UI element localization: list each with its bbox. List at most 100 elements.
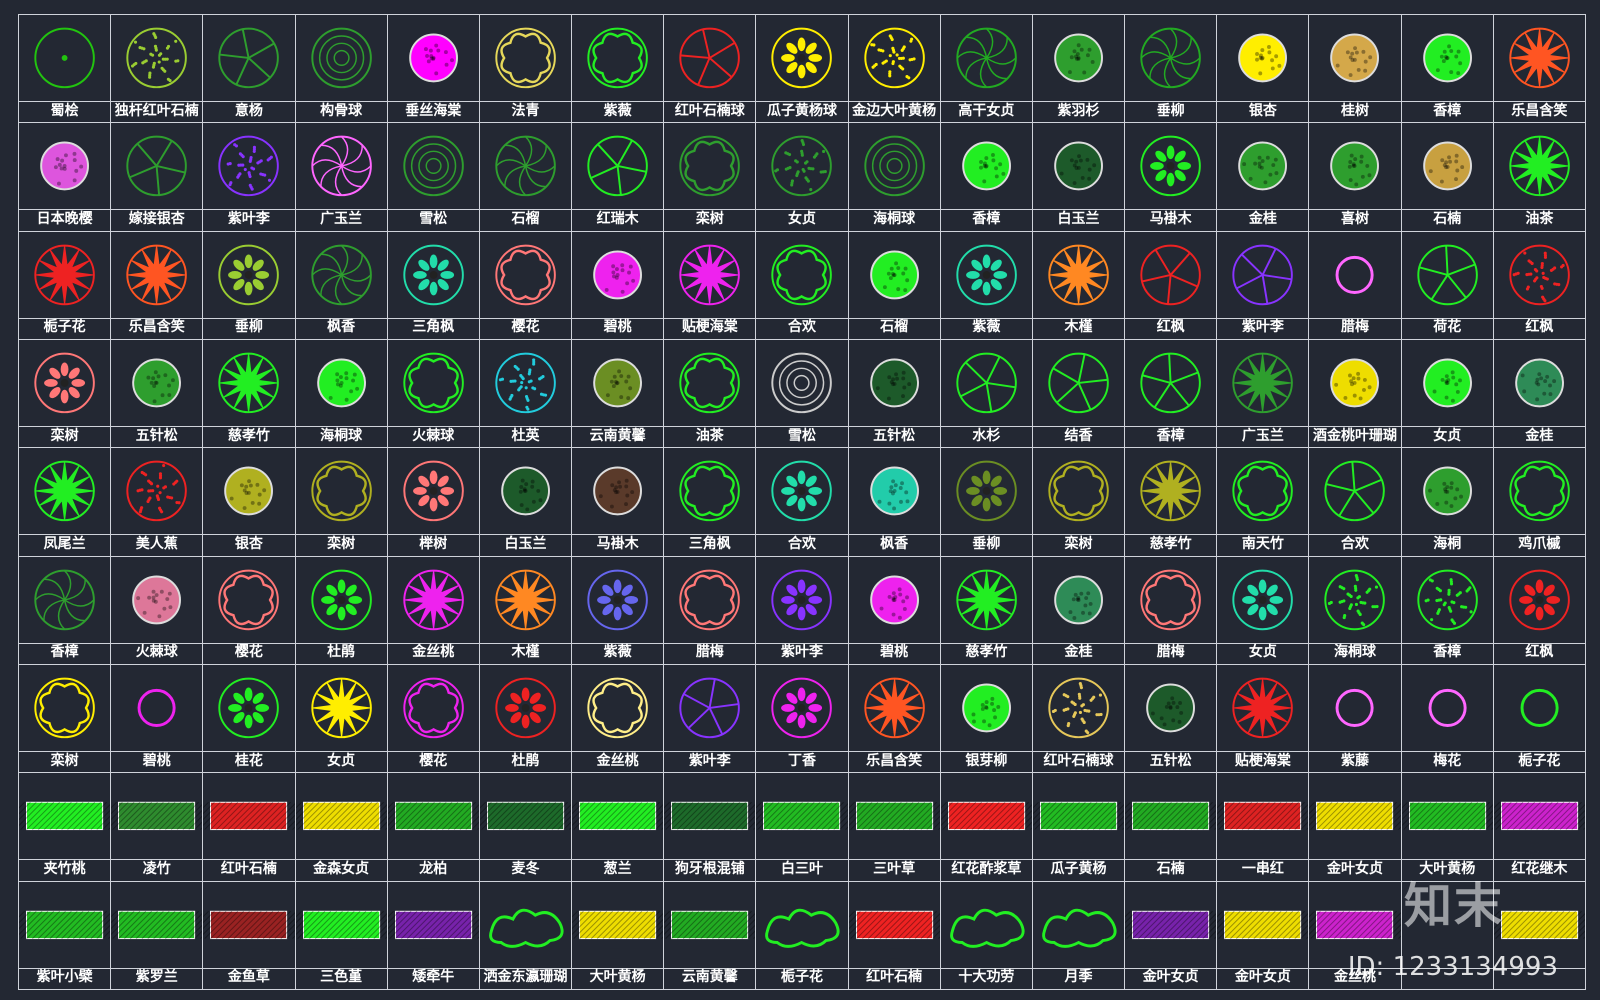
plant-symbol-icon [1428,688,1467,727]
plant-label: 广玉兰 [1241,427,1284,444]
legend-cell: 海桐球 [848,123,941,232]
plant-label: 独杆红叶石楠 [114,102,199,119]
plant-label: 火棘球 [135,644,178,661]
legend-cell: 三叶草 [848,773,941,882]
plant-symbol-icon [679,569,741,630]
legend-cell: 荷花 [1401,231,1494,340]
plant-symbol-icon [1232,244,1294,305]
plant-symbol-icon [218,352,280,414]
plant-symbol-icon [1048,677,1109,739]
plant-label: 红花继木 [1511,860,1568,877]
plant-label: 荷花 [1433,319,1462,336]
plant-label: 海桐球 [873,210,916,227]
legend-cell: 马褂木 [1125,123,1218,232]
plant-label: 法青 [511,102,540,119]
plant-label: 金桂 [1064,644,1093,661]
legend-cell: 白玉兰 [1032,123,1126,232]
plant-label: 意杨 [234,102,263,119]
legend-cell: 金桂 [1217,123,1310,232]
legend-cell: 乐昌含笑 [848,665,941,774]
plant-label: 乐昌含笑 [866,752,923,769]
plant-label: 雪松 [787,427,816,444]
plant-label: 三角枫 [688,535,731,552]
plant-symbol-icon [479,802,572,831]
legend-cell: 三角枫 [664,448,757,557]
plant-label: 枫香 [327,319,356,336]
plant-symbol-icon [34,569,95,630]
plant-label: 梅花 [1433,752,1462,769]
plant-label: 金鱼草 [227,969,270,986]
plant-label: 榉树 [419,535,448,552]
plant-symbol-icon [664,910,756,939]
plant-label: 金叶女贞 [1327,860,1384,877]
plant-symbol-icon [863,677,925,739]
plant-label: 香樟 [1433,102,1462,119]
plant-label: 大叶黄杨 [589,969,646,986]
plant-symbol-icon [111,910,203,939]
legend-cell: 云南黄馨 [572,340,665,449]
plant-label: 栀子花 [1518,752,1561,769]
plant-symbol-icon [111,802,203,831]
legend-cell: 紫叶李 [203,123,296,232]
plant-label: 桂花 [234,752,263,769]
plant-symbol-icon [679,136,741,197]
plant-symbol-icon [1140,27,1201,89]
plant-symbol-icon [495,352,556,414]
legend-cell: 桂树 [1309,15,1402,124]
plant-label: 樱花 [234,644,263,661]
legend-cell: 金森女贞 [295,773,388,882]
legend-cell: 香樟 [19,556,112,665]
plant-label: 洒金东瀛珊瑚 [483,969,568,986]
plant-symbol-icon [1422,358,1472,408]
plant-label: 红叶石楠球 [674,102,745,119]
legend-cell: 红叶石楠球 [1032,665,1126,774]
legend-cell: 枫香 [848,448,941,557]
plant-symbol-icon [34,461,95,522]
plant-symbol-icon [1140,352,1201,414]
legend-cell: 贴梗海棠 [1217,665,1310,774]
legend-cell: 葱兰 [572,773,665,882]
plant-label: 紫藤 [1341,752,1370,769]
plant-symbol-icon [403,244,464,305]
legend-cell: 高干女贞 [940,15,1033,124]
plant-label: 紫罗兰 [135,969,178,986]
plant-symbol-icon [771,27,833,89]
plant-label: 栀子花 [780,969,823,986]
legend-cell: 紫叶李 [1217,231,1310,340]
plant-label: 油茶 [695,427,724,444]
legend-cell: 女贞 [1217,556,1310,665]
legend-cell: 栾树 [1032,448,1126,557]
plant-symbol-icon [387,910,479,939]
plant-symbol-icon [310,677,372,739]
plant-symbol-icon [218,27,280,89]
legend-cell: 南天竹 [1217,448,1310,557]
legend-cell: 木槿 [1032,231,1126,340]
legend-cell: 金叶女贞 [1125,881,1218,990]
legend-cell: 五针松 [1125,665,1218,774]
legend-cell: 红瑞木 [572,123,665,232]
plant-symbol-icon [403,677,464,739]
plant-label: 油茶 [1525,210,1554,227]
plant-label: 酒金桃叶珊瑚 [1313,427,1398,444]
plant-symbol-icon [1330,33,1380,83]
plant-symbol-icon [587,136,648,197]
plant-label: 红枫 [1156,319,1185,336]
plant-symbol-icon [1054,141,1103,191]
plant-symbol-icon [224,466,274,516]
legend-cell: 碧桃 [572,231,665,340]
legend-cell: 石榴 [479,123,573,232]
legend-cell: 龙柏 [387,773,480,882]
legend-cell: 蜀桧 [19,15,112,124]
plant-symbol-icon [1054,575,1103,624]
plant-label: 夹竹桃 [43,860,86,877]
plant-label: 金桂 [1248,210,1277,227]
plant-label: 龙柏 [419,860,448,877]
plant-symbol-icon [1146,683,1196,733]
legend-cell: 栾树 [664,123,757,232]
plant-label: 丁香 [787,752,816,769]
plant-symbol-icon [1493,802,1585,831]
legend-cell: 栀子花 [19,231,112,340]
plant-symbol-icon [956,244,1017,305]
plant-label: 红叶石楠 [866,969,923,986]
plant-symbol-icon [1330,358,1380,408]
